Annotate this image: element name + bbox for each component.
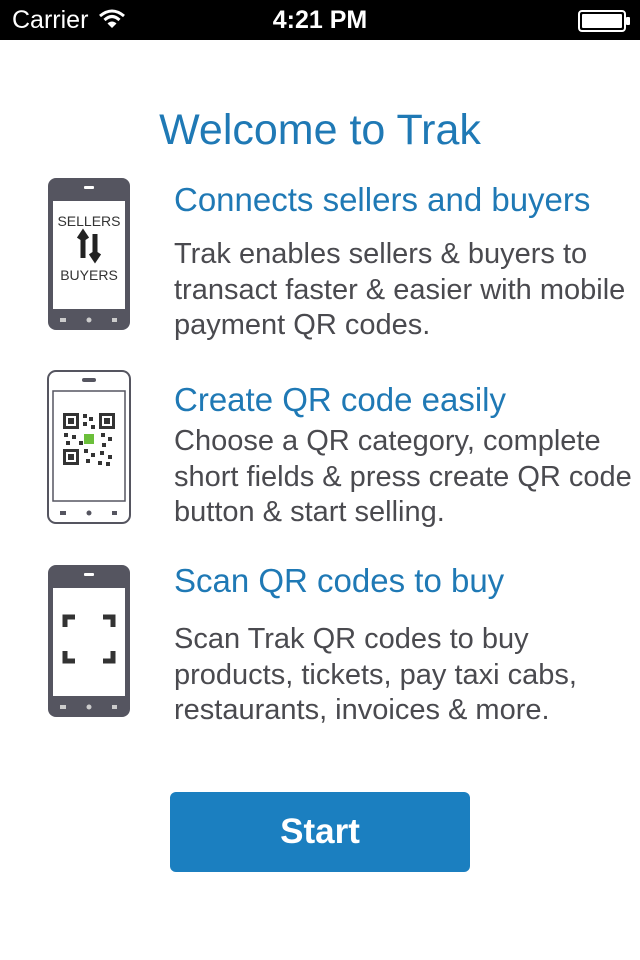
feature-title: Create QR code easily: [174, 381, 506, 418]
page-title: Welcome to Trak: [159, 106, 481, 154]
buyers-label: BUYERS: [60, 267, 118, 283]
battery-icon: [578, 10, 630, 32]
clock: 4:21 PM: [272, 6, 368, 34]
feature-title: Scan QR codes to buy: [174, 562, 505, 599]
feature-description: Choose a QR category, complete short fie…: [174, 425, 632, 528]
sellers-buyers-phone-icon: SELLERS BUYERS: [48, 178, 130, 330]
feature-title: Connects sellers and buyers: [174, 181, 591, 218]
status-bar: Carrier 4:21 PM: [0, 0, 640, 40]
sellers-label: SELLERS: [57, 213, 120, 229]
feature-description: Scan Trak QR codes to buy products, tick…: [174, 623, 577, 726]
scan-phone-icon: [48, 565, 130, 717]
start-button[interactable]: Start: [170, 792, 470, 872]
qr-code-phone-icon: [47, 370, 131, 524]
feature-description: Trak enables sellers & buyers to transac…: [174, 238, 626, 341]
